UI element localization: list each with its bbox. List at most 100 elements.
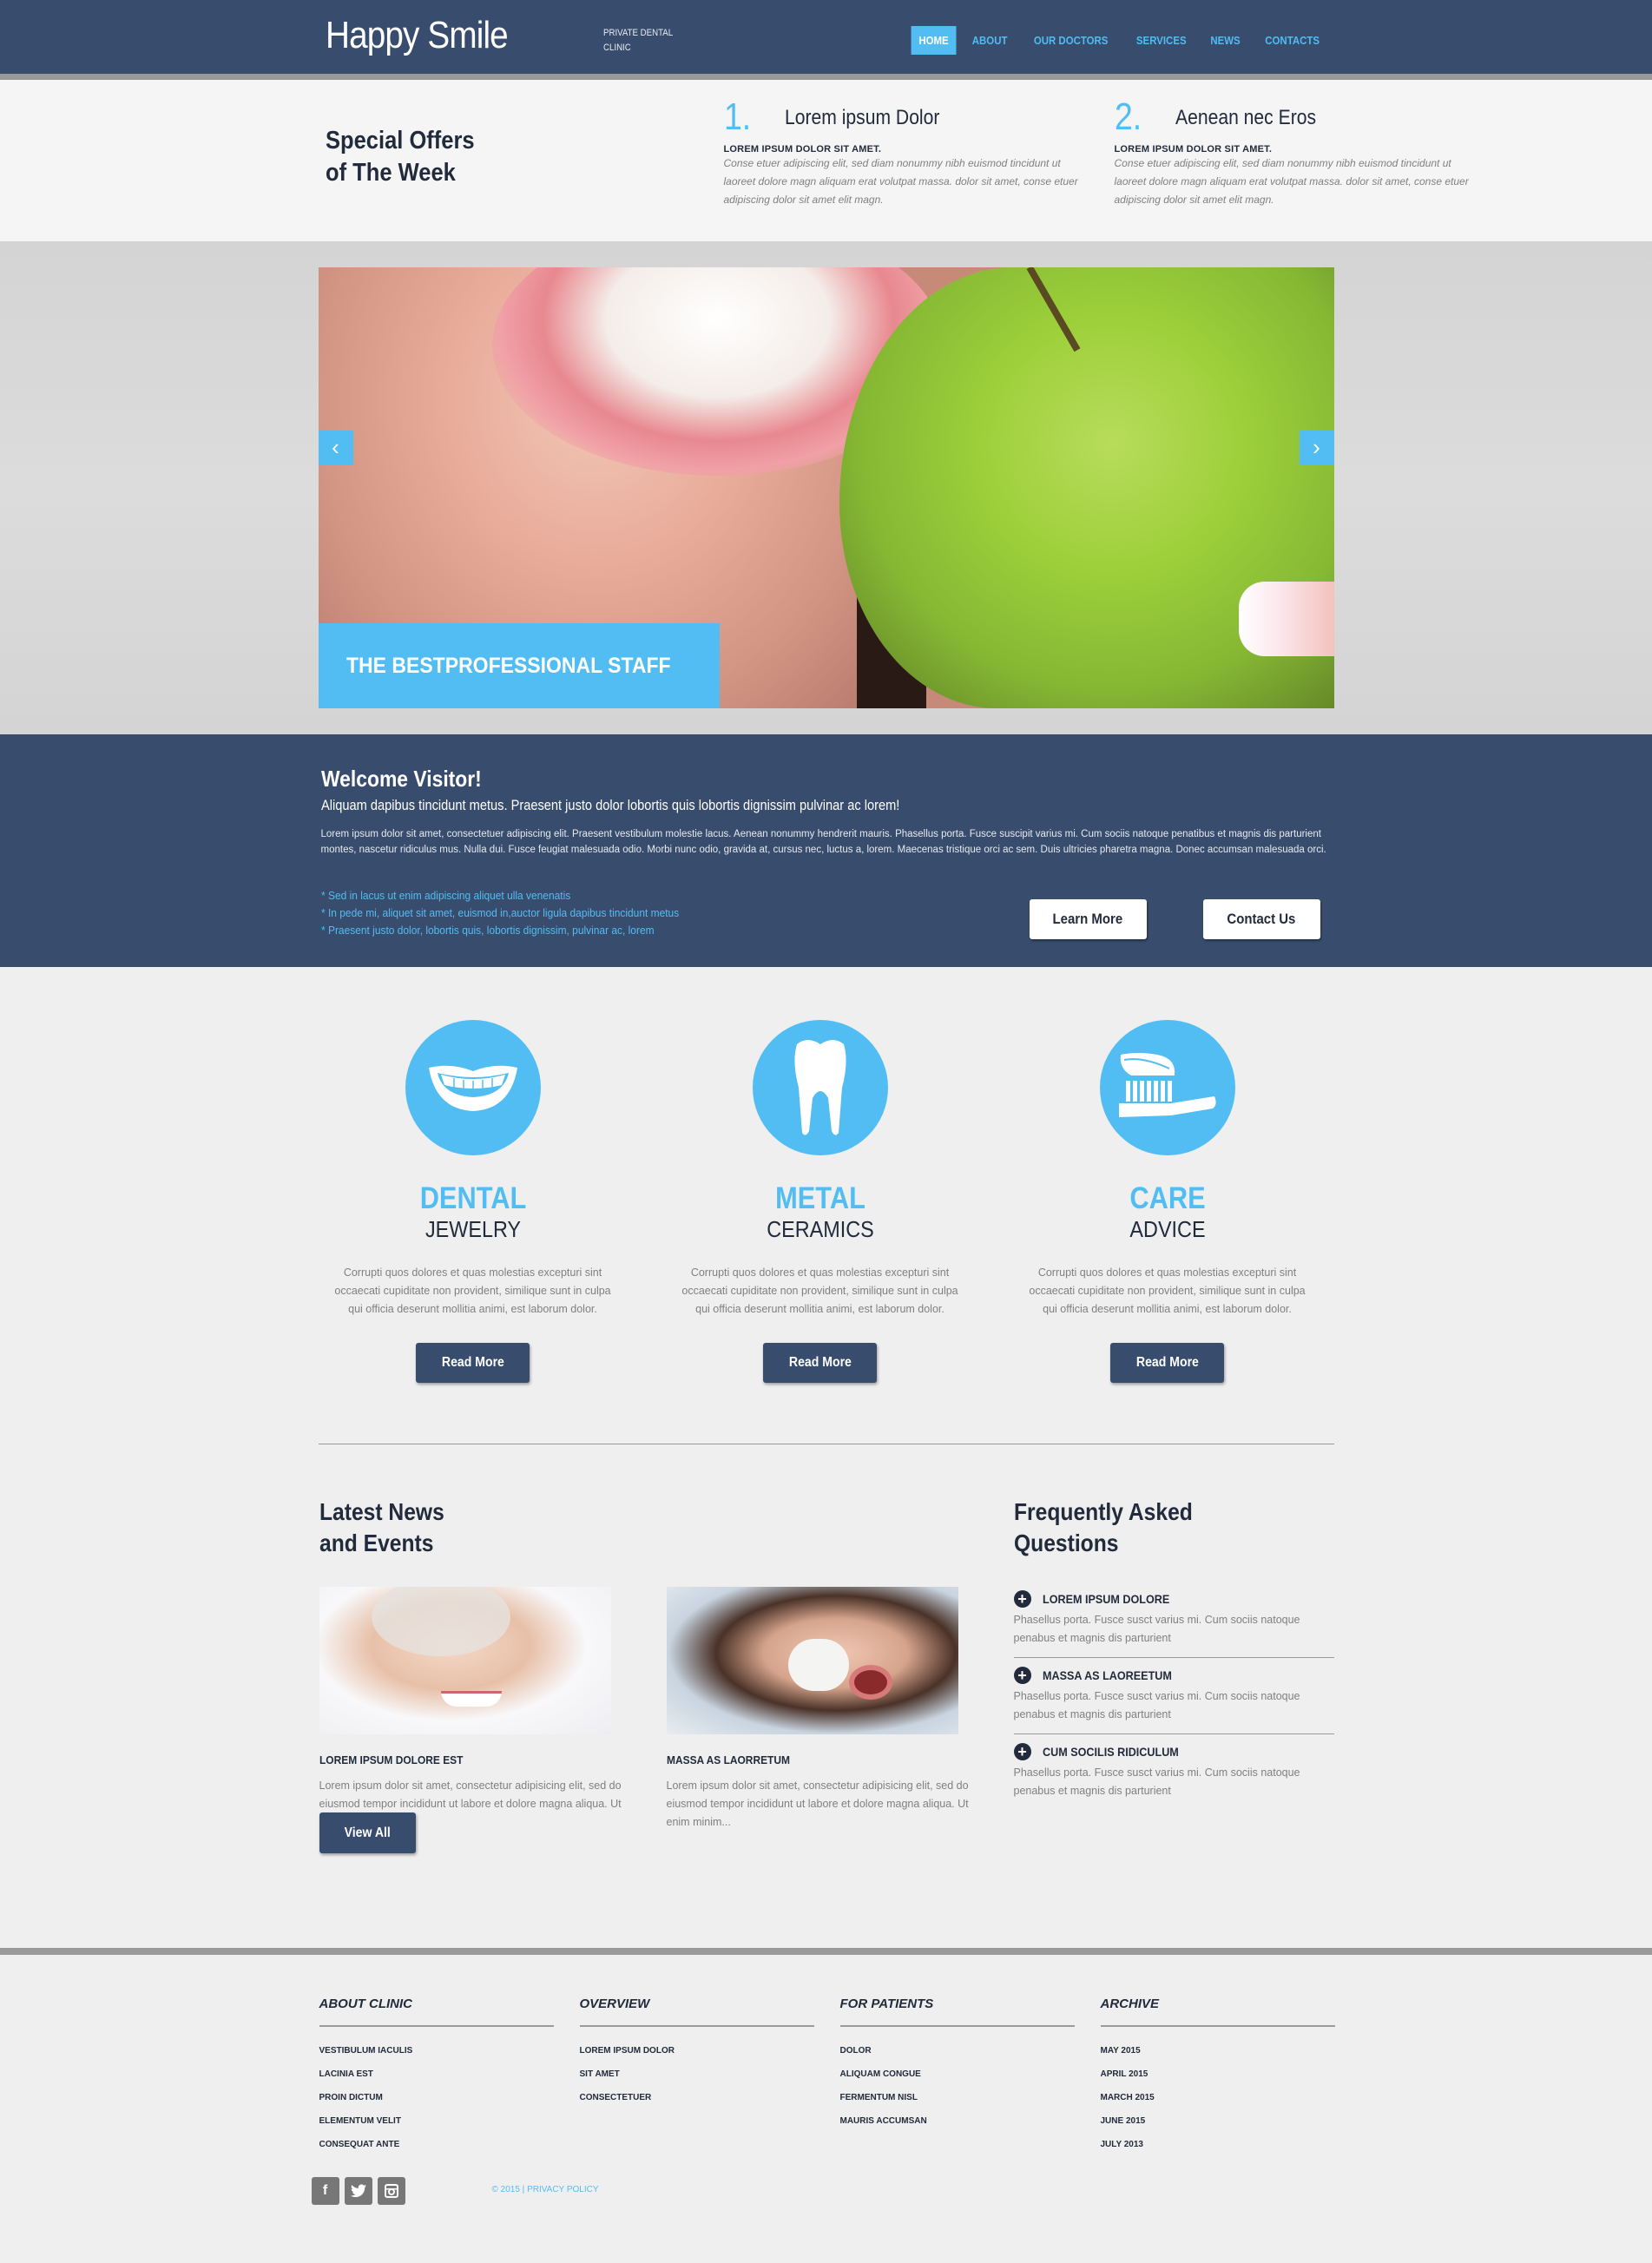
news-item-title[interactable]: LOREM IPSUM DOLORE EST <box>319 1753 611 1766</box>
service-subtitle: ADVICE <box>1129 1216 1206 1242</box>
service-card: METAL CERAMICS Corrupti quos dolores et … <box>673 967 968 1383</box>
slide-caption[interactable]: THE BESTPROFESSIONAL STAFF <box>318 623 720 708</box>
footer-link[interactable]: ALIQUAM CONGUE <box>840 2062 1075 2086</box>
faq-answer: Phasellus porta. Fusce susct varius mi. … <box>1013 1614 1300 1644</box>
offer-number: 2. <box>1114 95 1142 138</box>
welcome-bullets: * Sed in lacus ut enim adipiscing alique… <box>321 887 710 939</box>
smile-icon <box>405 1020 541 1155</box>
faq-answer: Phasellus porta. Fusce susct varius mi. … <box>1013 1766 1300 1797</box>
faq-question[interactable]: + CUM SOCILIS RIDICULUM <box>1013 1743 1334 1760</box>
view-all-label: View All <box>344 1826 391 1840</box>
plus-circle-icon: + <box>1013 1743 1031 1760</box>
service-card: CARE ADVICE Corrupti quos dolores et qua… <box>1020 967 1315 1383</box>
learn-more-label: Learn More <box>1052 911 1123 927</box>
nav-our-doctors[interactable]: OUR DOCTORS <box>1026 26 1116 55</box>
hero-slider: ‹ › THE BESTPROFESSIONAL STAFF <box>318 267 1334 708</box>
service-title: DENTAL <box>419 1181 526 1215</box>
footer-link[interactable]: CONSEQUAT ANTE <box>319 2133 554 2156</box>
read-more-label: Read More <box>788 1355 852 1370</box>
contact-us-button[interactable]: Contact Us <box>1202 899 1320 939</box>
footer-link[interactable]: CONSECTETUER <box>580 2086 814 2109</box>
faq-question[interactable]: + LOREM IPSUM DOLORE <box>1013 1590 1334 1608</box>
footer-link[interactable]: LOREM IPSUM DOLOR <box>580 2039 814 2062</box>
news-faq-section: Latest News and Events LOREM IPSUM DOLOR… <box>319 1444 1334 1948</box>
read-more-button[interactable]: Read More <box>416 1343 530 1383</box>
footer-link[interactable]: SIT AMET <box>580 2062 814 2086</box>
faq-item: + LOREM IPSUM DOLORE Phasellus porta. Fus… <box>1013 1582 1334 1658</box>
footer-link[interactable]: VESTIBULUM IACULIS <box>319 2039 554 2062</box>
footer-link[interactable]: APRIL 2015 <box>1101 2062 1335 2086</box>
service-title: CARE <box>1129 1181 1206 1215</box>
welcome-section: Welcome Visitor! Aliquam dapibus tincidu… <box>0 734 1652 967</box>
read-more-button[interactable]: Read More <box>1110 1343 1224 1383</box>
read-more-label: Read More <box>1135 1355 1199 1370</box>
footer-link[interactable]: MAY 2015 <box>1101 2039 1335 2062</box>
contact-us-label: Contact Us <box>1227 911 1296 927</box>
main-nav: HOME ABOUT OUR DOCTORS SERVICES NEWS CON… <box>906 26 1332 55</box>
nav-contacts[interactable]: CONTACTS <box>1258 26 1327 55</box>
slider-next-button[interactable]: › <box>1299 431 1334 465</box>
learn-more-button[interactable]: Learn More <box>1029 899 1147 939</box>
welcome-title: Welcome Visitor! <box>320 766 482 792</box>
news-image-dental-exam[interactable] <box>666 1587 958 1734</box>
services-section: DENTAL JEWELRY Corrupti quos dolores et … <box>318 967 1334 1444</box>
toothbrush-icon <box>1099 1020 1235 1155</box>
hero-slider-section: ‹ › THE BESTPROFESSIONAL STAFF <box>0 241 1652 734</box>
nav-home[interactable]: HOME <box>911 26 957 55</box>
welcome-lead: Aliquam dapibus tincidunt metus. Praesen… <box>320 797 899 813</box>
footer-link[interactable]: MAURIS ACCUMSAN <box>840 2109 1075 2133</box>
faq-list: + LOREM IPSUM DOLORE Phasellus porta. Fus… <box>1013 1582 1334 1810</box>
news-image-hair <box>371 1587 510 1656</box>
footer-column-for-patients: FOR PATIENTS DOLOR ALIQUAM CONGUE FERMEN… <box>839 1997 1075 2133</box>
footer-link[interactable]: LACINIA EST <box>319 2062 554 2086</box>
slide-caption-text: THE BESTPROFESSIONAL STAFF <box>346 654 671 678</box>
news-item-title[interactable]: MASSA AS LAORRETUM <box>667 1753 958 1766</box>
site-logo[interactable]: Happy Smile <box>326 14 509 57</box>
news-image-glove <box>787 1639 849 1691</box>
faq-title: Frequently Asked Questions <box>1014 1497 1193 1559</box>
site-footer: ABOUT CLINIC VESTIBULUM IACULIS LACINIA … <box>0 1948 1652 2257</box>
twitter-icon[interactable] <box>344 2177 372 2205</box>
faq-item: + MASSA AS LAOREETUM Phasellus porta. Fus… <box>1013 1658 1334 1734</box>
read-more-label: Read More <box>441 1355 504 1370</box>
footer-link[interactable]: JULY 2013 <box>1101 2133 1335 2156</box>
footer-link[interactable]: MARCH 2015 <box>1101 2086 1335 2109</box>
offer-number: 1. <box>723 95 751 138</box>
chevron-left-icon: ‹ <box>332 434 339 460</box>
view-all-button[interactable]: View All <box>319 1812 416 1853</box>
nav-services[interactable]: SERVICES <box>1129 26 1194 55</box>
news-title: Latest News and Events <box>319 1497 444 1559</box>
footer-link[interactable]: ELEMENTUM VELIT <box>319 2109 554 2133</box>
news-image-elderly-woman[interactable] <box>319 1587 611 1734</box>
offer-title: Aenean nec Eros <box>1175 106 1316 129</box>
read-more-button[interactable]: Read More <box>763 1343 877 1383</box>
welcome-body: Lorem ipsum dolor sit amet, consectetuer… <box>320 829 1326 855</box>
instagram-icon[interactable] <box>377 2177 405 2205</box>
footer-link[interactable]: PROIN DICTUM <box>319 2086 554 2109</box>
offer-subtitle: LOREM IPSUM DOLOR SIT AMET. <box>1114 144 1273 155</box>
news-item-text: Lorem ipsum dolor sit amet, consectetur … <box>666 1779 969 1828</box>
footer-link[interactable]: FERMENTUM NISL <box>840 2086 1075 2109</box>
footer-column-title: ARCHIVE <box>1100 1997 1335 2027</box>
offer-item: 2. Aenean nec Eros LOREM IPSUM DOLOR SIT … <box>1115 95 1471 209</box>
special-offers-title-line2: of The Week <box>325 159 456 187</box>
news-image-smile <box>440 1691 502 1707</box>
faq-question[interactable]: + MASSA AS LAOREETUM <box>1013 1667 1334 1684</box>
faq-question-text: CUM SOCILIS RIDICULUM <box>1042 1745 1179 1759</box>
news-title-line1: Latest News <box>319 1498 444 1525</box>
nav-news[interactable]: NEWS <box>1203 26 1248 55</box>
nav-about[interactable]: ABOUT <box>964 26 1015 55</box>
service-title: METAL <box>774 1181 865 1215</box>
footer-link[interactable]: JUNE 2015 <box>1101 2109 1335 2133</box>
footer-column-overview: OVERVIEW LOREM IPSUM DOLOR SIT AMET CONS… <box>579 1997 814 2109</box>
special-offers-title-line1: Special Offers <box>325 127 475 155</box>
facebook-icon[interactable]: f <box>311 2177 339 2205</box>
site-tagline: PRIVATE DENTAL CLINIC <box>602 28 673 53</box>
footer-link[interactable]: DOLOR <box>840 2039 1075 2062</box>
news-title-line2: and Events <box>319 1529 433 1556</box>
service-subtitle: CERAMICS <box>766 1216 874 1242</box>
faq-question-text: LOREM IPSUM DOLORE <box>1042 1592 1169 1606</box>
privacy-policy-link[interactable]: PRIVACY POLICY <box>527 2185 598 2194</box>
faq-answer: Phasellus porta. Fusce susct varius mi. … <box>1013 1690 1300 1720</box>
slider-prev-button[interactable]: ‹ <box>318 431 353 465</box>
